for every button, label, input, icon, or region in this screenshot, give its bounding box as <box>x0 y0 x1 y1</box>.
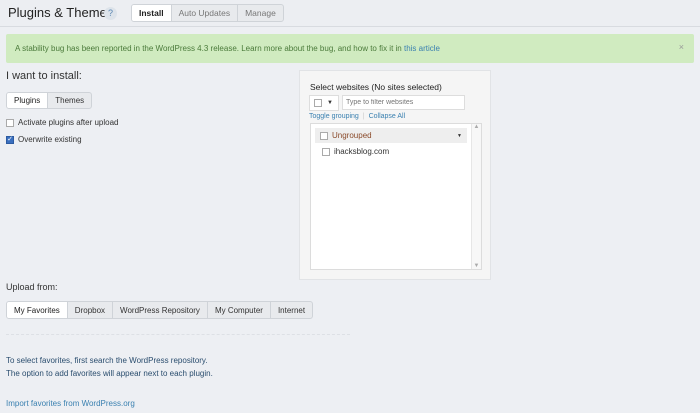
toggle-grouping-link[interactable]: Toggle grouping <box>309 113 359 120</box>
tab-dropbox[interactable]: Dropbox <box>66 302 112 318</box>
upload-source-tabs: My Favorites Dropbox WordPress Repositor… <box>6 301 314 319</box>
scrollbar[interactable]: ▲ ▼ <box>471 124 481 269</box>
tab-wordpress-repository[interactable]: WordPress Repository <box>112 302 207 318</box>
tab-internet[interactable]: Internet <box>269 302 312 318</box>
grouping-links: Toggle grouping | Collapse All <box>309 113 406 120</box>
site-selector: Select websites (No sites selected) ▼ To… <box>299 70 491 280</box>
favorites-hint-1: To select favorites, first search the Wo… <box>6 356 208 365</box>
install-heading: I want to install: <box>6 70 82 82</box>
tab-manage[interactable]: Manage <box>237 5 283 21</box>
tab-my-computer[interactable]: My Computer <box>206 302 270 318</box>
scroll-down-icon[interactable]: ▼ <box>472 263 481 269</box>
group-checkbox[interactable] <box>320 131 328 140</box>
notice-link[interactable]: this article <box>404 44 440 53</box>
site-checkbox[interactable] <box>322 147 330 156</box>
site-label: ihacksblog.com <box>334 147 390 156</box>
activate-label: Activate plugins after upload <box>18 118 119 127</box>
favorites-hint-2: The option to add favorites will appear … <box>6 369 213 378</box>
close-icon[interactable]: × <box>679 42 684 52</box>
main-tabs: Install Auto Updates Manage <box>131 4 284 22</box>
tab-auto-updates[interactable]: Auto Updates <box>170 5 238 21</box>
overwrite-checkbox[interactable]: ✓ <box>6 135 14 144</box>
activate-option[interactable]: Activate plugins after upload <box>6 118 119 127</box>
upload-heading: Upload from: <box>6 282 58 292</box>
caret-down-icon: ▼ <box>457 132 462 139</box>
page-title: Plugins & Themes <box>8 5 114 20</box>
tab-install[interactable]: Install <box>132 5 171 21</box>
import-favorites-link[interactable]: Import favorites from WordPress.org <box>6 399 135 408</box>
tab-themes[interactable]: Themes <box>47 93 91 108</box>
notice-banner: A stability bug has been reported in the… <box>6 34 694 63</box>
overwrite-label: Overwrite existing <box>18 135 82 144</box>
site-item[interactable]: ihacksblog.com <box>322 147 389 156</box>
tab-my-favorites[interactable]: My Favorites <box>7 302 67 318</box>
help-icon[interactable]: ? <box>104 7 117 20</box>
divider <box>6 334 350 335</box>
filter-websites-input[interactable] <box>342 95 465 110</box>
group-label: Ungrouped <box>332 131 372 140</box>
overwrite-option[interactable]: ✓ Overwrite existing <box>6 135 82 144</box>
collapse-all-link[interactable]: Collapse All <box>369 113 406 120</box>
install-type-tabs: Plugins Themes <box>6 92 93 109</box>
scroll-up-icon[interactable]: ▲ <box>472 124 481 130</box>
header: Plugins & Themes ? Install Auto Updates … <box>0 0 700 27</box>
site-list: Ungrouped ▼ ihacksblog.com ▲ ▼ <box>310 123 482 270</box>
select-all-checkbox[interactable] <box>314 99 322 107</box>
site-selector-title: Select websites (No sites selected) <box>310 82 442 92</box>
tab-plugins[interactable]: Plugins <box>7 93 48 108</box>
caret-down-icon: ▼ <box>327 100 333 106</box>
notice-text: A stability bug has been reported in the… <box>15 44 404 53</box>
select-all-dropdown[interactable]: ▼ <box>309 95 339 111</box>
group-ungrouped[interactable]: Ungrouped ▼ <box>315 128 467 143</box>
activate-checkbox[interactable] <box>6 118 14 127</box>
